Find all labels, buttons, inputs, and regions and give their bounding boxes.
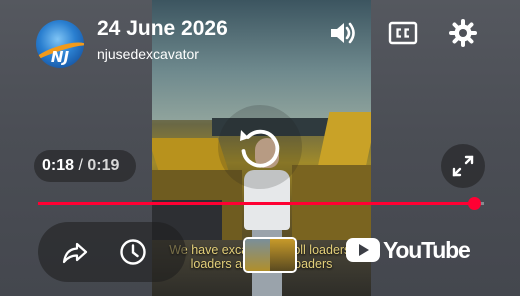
replay-button[interactable] <box>218 105 302 189</box>
clock-icon <box>120 239 146 265</box>
volume-icon[interactable] <box>326 16 360 50</box>
closed-captions-icon[interactable] <box>386 16 420 50</box>
thumbnail-frame <box>270 239 295 271</box>
action-pill <box>38 222 186 282</box>
replay-icon <box>240 129 280 168</box>
channel-avatar[interactable]: NJ <box>36 20 84 68</box>
progress-bar[interactable] <box>38 197 484 210</box>
gear-icon[interactable] <box>446 16 480 50</box>
current-time: 0:18 <box>42 157 75 174</box>
video-scene-excavator <box>292 165 371 245</box>
share-icon <box>62 242 88 264</box>
share-button[interactable] <box>58 235 92 269</box>
video-player[interactable]: We have excavators, roll loaders, loader… <box>0 0 520 296</box>
fullscreen-icon <box>452 155 474 177</box>
progress-scrubber[interactable] <box>468 197 482 210</box>
channel-logo-text: NJ <box>50 48 70 66</box>
player-header: NJ 24 June 2026 njusedexcavator <box>0 0 520 70</box>
youtube-play-icon <box>346 238 380 262</box>
video-title[interactable]: 24 June 2026 <box>97 17 228 41</box>
youtube-wordmark: YouTube <box>383 237 471 263</box>
time-display: 0:18 / 0:19 <box>34 150 136 182</box>
time-separator: / <box>78 157 83 174</box>
fullscreen-button[interactable] <box>441 144 485 188</box>
thumbnail-frame <box>245 239 270 271</box>
channel-name[interactable]: njusedexcavator <box>97 46 199 62</box>
watch-later-button[interactable] <box>116 235 150 269</box>
progress-fill <box>38 202 475 205</box>
video-thumbnail-preview[interactable] <box>243 237 297 273</box>
duration: 0:19 <box>87 157 120 174</box>
